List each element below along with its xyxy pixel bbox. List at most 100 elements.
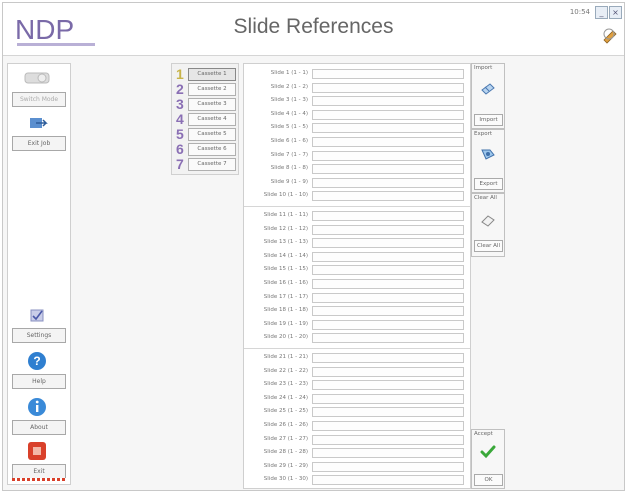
help-button[interactable]: Help [12,374,66,389]
switch-mode-icon [24,72,50,84]
cassette-number: 2 [176,81,184,97]
slide-reference-input[interactable] [312,434,464,445]
checkmark-icon [480,445,496,459]
slide-row: Slide 8 (1 - 8) [244,163,470,175]
slide-reference-input[interactable] [312,191,464,202]
slide-reference-input[interactable] [312,353,464,363]
slide-reference-input[interactable] [312,292,464,303]
import-group: Import Import [471,63,505,129]
slide-reference-input[interactable] [312,137,464,147]
about-button[interactable]: About [12,420,66,435]
cassette-item: 5 Cassette 5 [176,126,236,142]
slide-reference-input[interactable] [312,96,464,107]
slide-row: Slide 19 (1 - 19) [244,319,470,330]
cassette-item: 2 Cassette 2 [176,81,236,97]
slide-label: Slide 8 (1 - 8) [270,165,308,172]
slide-reference-input[interactable] [312,69,464,79]
slide-row: Slide 28 (1 - 28) [244,447,470,459]
cassette-button[interactable]: Cassette 3 [188,98,236,111]
slide-reference-input[interactable] [312,211,464,221]
slide-reference-input[interactable] [312,366,464,377]
clear-all-group-title: Clear All [474,195,497,201]
slide-reference-input[interactable] [312,393,464,404]
slide-reference-input[interactable] [312,421,464,431]
cassette-item: 7 Cassette 7 [176,156,236,172]
slide-label: Slide 3 (1 - 3) [270,97,308,104]
slide-reference-input[interactable] [312,224,464,235]
slide-reference-input[interactable] [312,475,464,486]
slide-reference-input[interactable] [312,251,464,262]
slide-row: Slide 4 (1 - 4) [244,109,470,120]
slide-row: Slide 20 (1 - 20) [244,332,470,344]
slide-reference-input[interactable] [312,279,464,289]
slide-row: Slide 11 (1 - 11) [244,210,470,221]
slide-label: Slide 16 (1 - 16) [263,280,308,286]
app-window: NDP Slide References 10:54 _ × Switch Mo… [2,2,625,491]
pen-icon[interactable] [600,25,620,45]
accept-group: Accept OK [471,429,505,489]
cassette-button[interactable]: Cassette 6 [188,143,236,156]
slide-label: Slide 30 (1 - 30) [263,476,308,483]
exit-button[interactable]: Exit [12,464,66,479]
close-button[interactable]: × [609,6,622,19]
slide-label: Slide 19 (1 - 19) [263,320,308,327]
slide-reference-input[interactable] [312,265,464,276]
slide-label: Slide 29 (1 - 29) [263,462,308,469]
slide-reference-input[interactable] [312,177,464,188]
cassette-button[interactable]: Cassette 1 [188,68,236,81]
exit-job-button[interactable]: Exit Job [12,136,66,151]
help-icon: ? [28,352,46,370]
exit-stripe [12,478,66,481]
slide-label: Slide 24 (1 - 24) [263,394,308,401]
cassette-number: 6 [176,141,184,157]
slide-reference-input[interactable] [312,319,464,330]
slide-reference-input[interactable] [312,109,464,120]
slide-label: Slide 12 (1 - 12) [263,225,308,232]
cassette-button[interactable]: Cassette 2 [188,83,236,96]
slide-reference-input[interactable] [312,150,464,161]
slide-reference-input[interactable] [312,461,464,472]
slide-label: Slide 27 (1 - 27) [263,435,308,442]
cassette-button[interactable]: Cassette 7 [188,158,236,171]
about-icon [28,398,46,416]
slide-reference-input[interactable] [312,123,464,134]
cassette-item: 1 Cassette 1 [176,66,236,82]
minimize-button[interactable]: _ [595,6,608,19]
slide-row: Slide 30 (1 - 30) [244,474,470,486]
import-button[interactable]: Import [474,114,503,126]
cassette-list: 1 Cassette 1 2 Cassette 2 3 Cassette 3 4 Casset… [171,63,239,175]
slide-label: Slide 28 (1 - 28) [263,449,308,456]
slide-label: Slide 21 (1 - 21) [263,354,308,360]
slide-row: Slide 16 (1 - 16) [244,278,470,289]
slide-reference-input[interactable] [312,82,464,93]
slide-label: Slide 9 (1 - 9) [270,178,308,185]
cassette-button[interactable]: Cassette 5 [188,128,236,141]
clear-all-button[interactable]: Clear All [474,240,503,252]
export-button[interactable]: Export [474,178,503,190]
slide-row: Slide 29 (1 - 29) [244,461,470,472]
switch-mode-button[interactable]: Switch Mode [12,92,66,107]
import-group-title: Import [474,65,493,71]
ok-button[interactable]: OK [474,474,503,486]
cassette-number: 5 [176,126,184,142]
slide-reference-input[interactable] [312,333,464,344]
slide-label: Slide 11 (1 - 11) [263,212,308,218]
settings-button[interactable]: Settings [12,328,66,343]
slide-reference-input[interactable] [312,238,464,249]
slide-reference-input[interactable] [312,380,464,391]
cassette-number: 4 [176,111,184,127]
clock-text: 10:54 [569,8,590,16]
slide-row: Slide 18 (1 - 18) [244,305,470,317]
slide-row: Slide 10 (1 - 10) [244,190,470,202]
slide-row: Slide 15 (1 - 15) [244,264,470,276]
slide-reference-input[interactable] [312,448,464,459]
export-icon [481,149,495,160]
slide-reference-input[interactable] [312,407,464,418]
slide-reference-input[interactable] [312,306,464,317]
cassette-button[interactable]: Cassette 4 [188,113,236,126]
slide-row: Slide 3 (1 - 3) [244,95,470,107]
slide-row: Slide 13 (1 - 13) [244,237,470,249]
slide-reference-input[interactable] [312,164,464,175]
settings-icon [30,309,44,322]
slide-label: Slide 13 (1 - 13) [263,239,308,246]
